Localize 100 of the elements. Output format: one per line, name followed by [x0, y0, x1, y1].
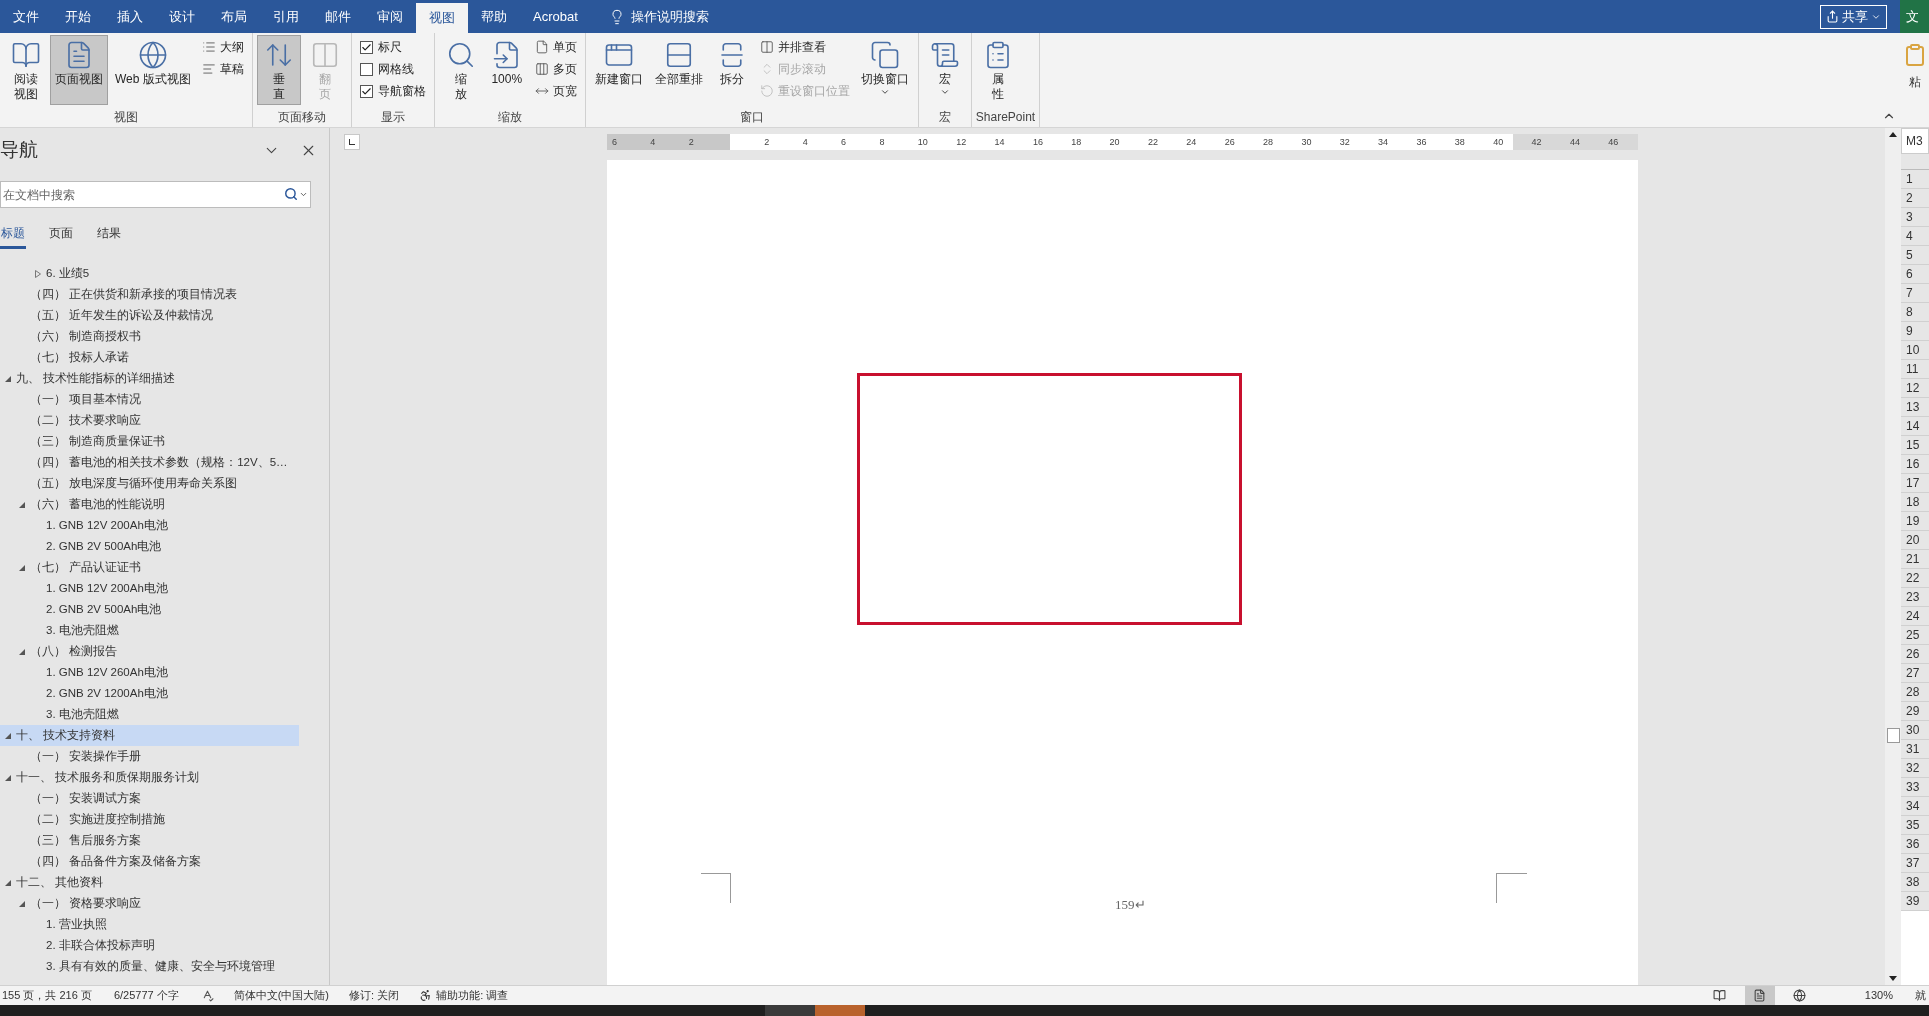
ribbon-small-button[interactable]: 单页: [530, 36, 581, 58]
accessibility-icon[interactable]: [419, 989, 433, 1002]
expanded-triangle-icon[interactable]: [18, 899, 26, 908]
expanded-triangle-icon[interactable]: [18, 500, 26, 509]
navigation-heading[interactable]: （三） 制造商质量保证书: [0, 431, 299, 452]
ribbon-button[interactable]: Web 版式视图: [110, 35, 196, 105]
navigation-heading[interactable]: （二） 实施进度控制措施: [0, 809, 299, 830]
navigation-heading[interactable]: 1. GNB 12V 260Ah电池: [0, 662, 299, 683]
navigation-heading[interactable]: 3. 具有有效的质量、健康、安全与环境管理: [0, 956, 299, 977]
navigation-heading[interactable]: （四） 蓄电池的相关技术参数（规格：12V、5…: [0, 452, 299, 473]
navigation-heading[interactable]: （七） 产品认证证书: [0, 557, 299, 578]
navigation-heading[interactable]: 3. 电池壳阻燃: [0, 620, 299, 641]
navigation-heading[interactable]: （五） 近年发生的诉讼及仲裁情况: [0, 305, 299, 326]
expanded-triangle-icon[interactable]: [4, 731, 12, 740]
ribbon-tab[interactable]: 审阅: [364, 0, 416, 33]
pane-tab[interactable]: 结果: [96, 219, 122, 249]
checkbox[interactable]: [359, 62, 373, 76]
ruler-number: 42: [1531, 135, 1542, 148]
navigation-heading[interactable]: 1. 营业执照: [0, 914, 299, 935]
expanded-triangle-icon[interactable]: [4, 878, 12, 887]
navigation-heading[interactable]: 2. 非联合体投标声明: [0, 935, 299, 956]
navigation-heading[interactable]: 1. GNB 12V 200Ah电池: [0, 578, 299, 599]
navigation-heading[interactable]: 十、 技术支持资料: [0, 725, 299, 746]
navigation-heading[interactable]: （一） 项目基本情况: [0, 389, 299, 410]
navigation-heading[interactable]: （四） 备品备件方案及储备方案: [0, 851, 299, 872]
navigation-heading[interactable]: （二） 技术要求响应: [0, 410, 299, 431]
ribbon-checkbox[interactable]: 导航窗格: [355, 80, 430, 102]
row-number: 31: [1901, 740, 1929, 759]
ribbon-tab[interactable]: 文件: [0, 0, 52, 33]
navigation-heading[interactable]: （五） 放电深度与循环使用寿命关系图: [0, 473, 299, 494]
ribbon-checkbox[interactable]: 网格线: [355, 58, 430, 80]
vertical-scrollbar[interactable]: [1885, 128, 1901, 985]
search-icon[interactable]: [284, 187, 298, 201]
ribbon-button[interactable]: 新建窗口: [589, 35, 648, 105]
language-status[interactable]: 简体中文(中国大陆): [233, 987, 330, 1004]
pane-tab[interactable]: 标题: [0, 219, 26, 249]
expanded-triangle-icon[interactable]: [4, 374, 12, 383]
navigation-heading[interactable]: （七） 投标人承诺: [0, 347, 299, 368]
navigation-heading[interactable]: （六） 蓄电池的性能说明: [0, 494, 299, 515]
track-changes-status[interactable]: 修订: 关闭: [349, 987, 400, 1004]
ribbon-button[interactable]: 缩放: [438, 35, 483, 105]
expanded-triangle-icon[interactable]: [18, 563, 26, 572]
ribbon-tab[interactable]: 开始: [52, 0, 104, 33]
tab-selector[interactable]: [344, 133, 360, 150]
expanded-triangle-icon[interactable]: [4, 773, 12, 782]
navigation-heading[interactable]: 2. GNB 2V 500Ah电池: [0, 536, 299, 557]
checkbox[interactable]: [359, 40, 373, 54]
ribbon-button[interactable]: 全部重排: [649, 35, 708, 105]
zoom-level[interactable]: 130%: [1864, 987, 1893, 1004]
word-count[interactable]: 6/25777 个字: [113, 987, 179, 1004]
search-field[interactable]: 在文档中搜索: [0, 181, 311, 208]
ribbon-checkbox[interactable]: 标尺: [355, 36, 430, 58]
ribbon-button[interactable]: 页面视图: [50, 35, 108, 105]
ribbon-small-button[interactable]: 大纲: [197, 36, 248, 58]
ribbon-tab[interactable]: 视图: [416, 3, 468, 33]
ribbon-small-button[interactable]: 草稿: [197, 58, 248, 80]
ribbon-tab[interactable]: 邮件: [312, 0, 364, 33]
navigation-heading[interactable]: （四） 正在供货和新承接的项目情况表: [0, 284, 299, 305]
navigation-heading[interactable]: （一） 安装调试方案: [0, 788, 299, 809]
ribbon-button[interactable]: 切换窗口: [855, 35, 914, 105]
pane-tab[interactable]: 页面: [48, 219, 74, 249]
navigation-heading[interactable]: （一） 资格要求响应: [0, 893, 299, 914]
collapsed-triangle-icon[interactable]: [34, 269, 42, 278]
ribbon-small-button[interactable]: 页宽: [530, 80, 581, 102]
ribbon-tab[interactable]: 插入: [104, 0, 156, 33]
navigation-heading[interactable]: 十二、 其他资料: [0, 872, 299, 893]
navigation-heading[interactable]: 2. GNB 2V 1200Ah电池: [0, 683, 299, 704]
ribbon-button[interactable]: 属性: [975, 35, 1020, 105]
navigation-heading[interactable]: 3. 电池壳阻燃: [0, 704, 299, 725]
ribbon-tab[interactable]: 布局: [208, 0, 260, 33]
navigation-heading[interactable]: （八） 检测报告: [0, 641, 299, 662]
ribbon-button[interactable]: 垂直: [256, 35, 301, 105]
ribbon-tab[interactable]: 帮助: [468, 0, 520, 33]
view-button[interactable]: [1744, 985, 1775, 1006]
ribbon-button[interactable]: 阅读视图: [4, 35, 48, 105]
tell-me-search[interactable]: 操作说明搜索: [630, 6, 709, 27]
ribbon-button[interactable]: 100%: [484, 35, 529, 105]
accessibility-status[interactable]: 辅助功能: 调查: [436, 987, 509, 1004]
expanded-triangle-icon[interactable]: [18, 647, 26, 656]
ribbon-small-button[interactable]: 并排查看: [755, 36, 854, 58]
navigation-heading[interactable]: （六） 制造商授权书: [0, 326, 299, 347]
ribbon-button[interactable]: 宏: [922, 35, 967, 105]
scrollbar-thumb[interactable]: [1886, 728, 1900, 743]
page-count[interactable]: 155 页，共 216 页: [2, 987, 92, 1004]
ribbon-tab[interactable]: 设计: [156, 0, 208, 33]
scroll-up-icon[interactable]: [1889, 132, 1897, 137]
checkbox[interactable]: [359, 84, 373, 98]
navigation-heading[interactable]: 1. GNB 12V 200Ah电池: [0, 515, 299, 536]
ribbon-small-button[interactable]: 多页: [530, 58, 581, 80]
ribbon-tab[interactable]: Acrobat: [520, 0, 591, 33]
navigation-heading[interactable]: 十一、 技术服务和质保期服务计划: [0, 767, 299, 788]
ribbon-button[interactable]: 拆分: [709, 35, 754, 105]
ribbon-tab[interactable]: 引用: [260, 0, 312, 33]
list-icon: [201, 40, 216, 54]
navigation-heading[interactable]: （三） 售后服务方案: [0, 830, 299, 851]
navigation-heading[interactable]: （一） 安装操作手册: [0, 746, 299, 767]
navigation-heading[interactable]: 2. GNB 2V 500Ah电池: [0, 599, 299, 620]
navigation-heading[interactable]: 6. 业绩5: [0, 263, 299, 284]
navigation-heading[interactable]: 九、 技术性能指标的详细描述: [0, 368, 299, 389]
share-button[interactable]: 共享: [1820, 4, 1887, 29]
